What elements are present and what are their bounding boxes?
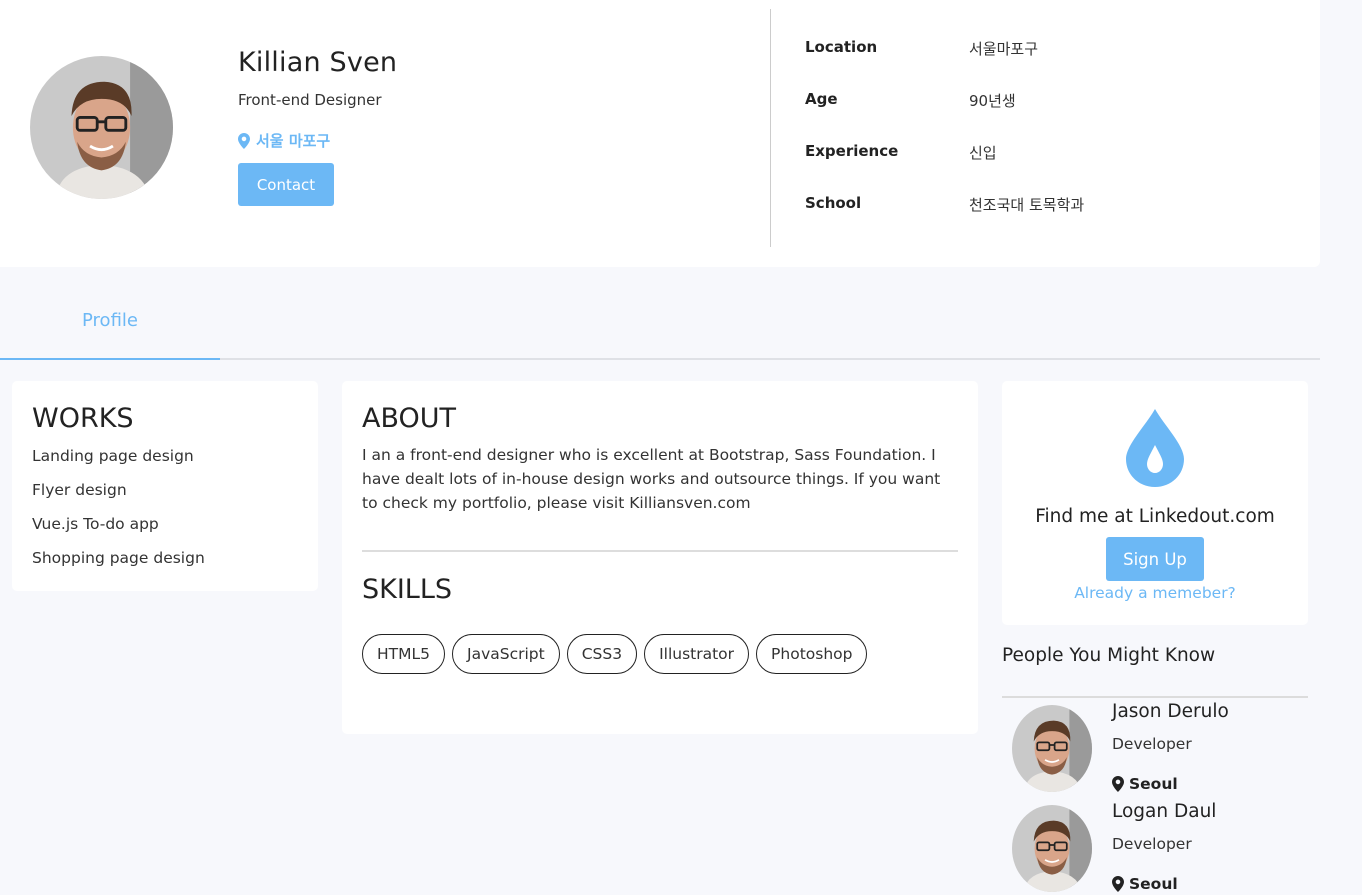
tab-profile-label: Profile	[82, 310, 138, 331]
about-card: ABOUT I an a front-end designer who is e…	[342, 381, 978, 734]
info-key: Location	[805, 38, 878, 56]
info-row-school: School 천조국대 토목학과	[805, 194, 1084, 215]
profile-role: Front-end Designer	[238, 91, 382, 109]
linkedout-text: Find me at Linkedout.com	[1035, 506, 1275, 527]
profile-header: Killian Sven Front-end Designer 서울 마포구 C…	[0, 0, 1320, 267]
person-location-text: Seoul	[1129, 775, 1178, 793]
avatar-image	[30, 56, 173, 199]
person-role: Developer	[1112, 735, 1192, 753]
about-divider	[362, 550, 958, 552]
avatar	[30, 56, 173, 199]
work-item[interactable]: Landing page design	[32, 447, 194, 465]
person-name[interactable]: Logan Daul	[1112, 801, 1216, 822]
person-location: Seoul	[1112, 875, 1178, 893]
info-value: 90년생	[969, 92, 1016, 110]
location-pin-icon	[1112, 776, 1124, 792]
header-divider	[770, 9, 771, 247]
avatar	[1012, 805, 1092, 892]
profile-name: Killian Sven	[238, 47, 398, 78]
avatar-image	[1012, 805, 1092, 892]
linkedout-card: Find me at Linkedout.com Sign Up Already…	[1002, 381, 1308, 625]
people-title: People You Might Know	[1002, 645, 1216, 666]
info-key: Experience	[805, 142, 899, 160]
works-card: WORKS Landing page design Flyer design V…	[12, 381, 318, 591]
tab-underline	[220, 358, 1320, 360]
info-row-experience: Experience 신입	[805, 142, 997, 163]
skills-title: SKILLS	[362, 574, 453, 605]
tab-profile[interactable]: Profile	[0, 297, 220, 360]
info-row-location: Location 서울마포구	[805, 38, 1038, 59]
about-title: ABOUT	[362, 403, 457, 434]
person-location: Seoul	[1112, 775, 1178, 793]
skill-tag[interactable]: HTML5	[362, 634, 445, 674]
person-role: Developer	[1112, 835, 1192, 853]
water-drop-icon	[1126, 409, 1184, 487]
info-value: 천조국대 토목학과	[969, 196, 1085, 214]
sign-up-button[interactable]: Sign Up	[1106, 537, 1204, 581]
people-divider	[1002, 696, 1308, 698]
work-item[interactable]: Shopping page design	[32, 549, 205, 567]
person-name[interactable]: Jason Derulo	[1112, 701, 1229, 722]
info-key: Age	[805, 90, 838, 108]
info-key: School	[805, 194, 862, 212]
location-pin-icon	[1112, 876, 1124, 892]
work-item[interactable]: Flyer design	[32, 481, 127, 499]
contact-button[interactable]: Contact	[238, 163, 334, 206]
info-row-age: Age 90년생	[805, 90, 1016, 111]
work-item[interactable]: Vue.js To-do app	[32, 515, 159, 533]
skills-list: HTML5 JavaScript CSS3 Illustrator Photos…	[362, 634, 868, 674]
skill-tag[interactable]: CSS3	[566, 634, 638, 674]
location-pin-icon	[238, 133, 250, 149]
info-value: 신입	[969, 144, 997, 162]
profile-location: 서울 마포구	[238, 130, 330, 151]
profile-location-text: 서울 마포구	[256, 132, 331, 150]
already-member-link[interactable]: Already a memeber?	[1002, 584, 1308, 602]
avatar	[1012, 705, 1092, 792]
works-title: WORKS	[32, 403, 134, 434]
avatar-image	[1012, 705, 1092, 792]
person-location-text: Seoul	[1129, 875, 1178, 893]
info-value: 서울마포구	[969, 40, 1039, 58]
skill-tag[interactable]: Illustrator	[644, 634, 750, 674]
skill-tag[interactable]: JavaScript	[452, 634, 560, 674]
about-text: I an a front-end designer who is excelle…	[362, 446, 941, 512]
skill-tag[interactable]: Photoshop	[756, 634, 868, 674]
